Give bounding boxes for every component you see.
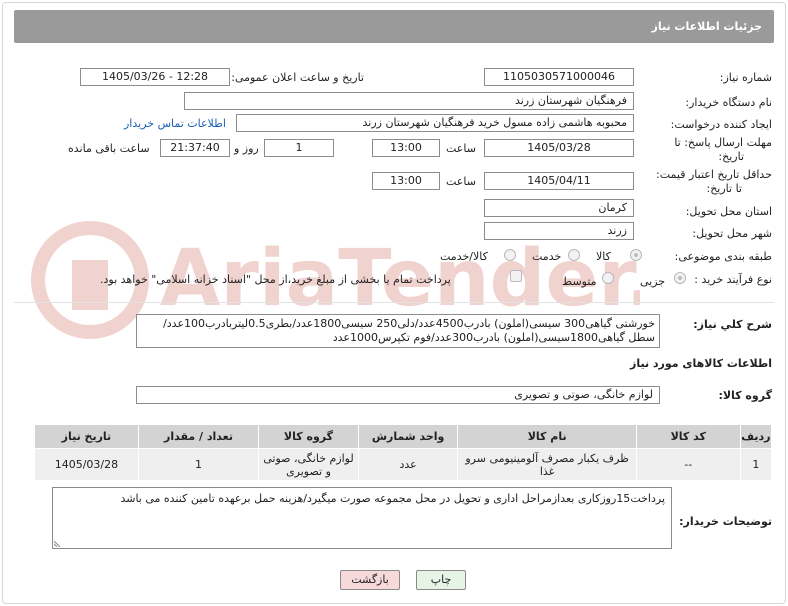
general-desc-text: خورشتی گیاهی300 سیسی(املون) بادرب4500عدد… <box>163 317 655 344</box>
response-deadline-time-label: ساعت <box>446 142 476 155</box>
price-validity-label-1: حداقل تاریخ اعتبار قیمت: <box>656 168 772 181</box>
city-field: زرند <box>484 222 634 240</box>
city-label: شهر محل تحویل: <box>692 227 772 240</box>
col-code: کد کالا <box>635 424 741 449</box>
buyer-org-field: فرهنگیان شهرستان زرند <box>184 92 634 110</box>
announce-datetime-label: تاریخ و ساعت اعلان عمومی: <box>231 71 364 84</box>
buyer-notes-label: توضیحات خریدار: <box>679 515 772 528</box>
response-deadline-label-2: تاریخ: <box>718 150 744 163</box>
category-radio-goods[interactable] <box>630 249 642 261</box>
category-label: طبقه بندی موضوعی: <box>674 250 772 263</box>
buyer-contact-link[interactable]: اطلاعات تماس خریدار <box>124 117 226 130</box>
price-validity-date: 1405/04/11 <box>484 172 634 190</box>
col-row: ردیف <box>739 424 773 449</box>
process-radio-medium[interactable] <box>602 272 614 284</box>
page-header: جزئیات اطلاعات نیاز <box>14 10 774 43</box>
process-option-minor: جزیی <box>640 275 666 288</box>
general-desc-field: خورشتی گیاهی300 سیسی(املون) بادرب4500عدد… <box>136 314 660 348</box>
page-title: جزئیات اطلاعات نیاز <box>651 20 763 33</box>
category-option-service: خدمت <box>532 250 562 263</box>
goods-group-label: گروه کالا: <box>718 389 772 402</box>
cell-row: 1 <box>739 448 773 481</box>
cell-quantity: 1 <box>137 448 260 481</box>
resize-grip-icon[interactable] <box>54 539 62 547</box>
announce-datetime-field: 1405/03/26 - 12:28 <box>80 68 230 86</box>
province-field: کرمان <box>484 199 634 217</box>
col-quantity: تعداد / مقدار <box>137 424 260 449</box>
response-deadline-remaining: 21:37:40 <box>160 139 230 157</box>
general-desc-label: شرح کلي نياز: <box>693 318 772 331</box>
goods-table-header: ردیف کد کالا نام کالا واحد شمارش گروه کا… <box>34 424 773 449</box>
col-need-date: تاریخ نیاز <box>34 424 139 449</box>
goods-table: ردیف کد کالا نام کالا واحد شمارش گروه کا… <box>34 424 773 481</box>
separator <box>14 302 774 303</box>
response-deadline-days-label: روز و <box>234 142 259 155</box>
need-number-field: 1105030571000046 <box>484 68 634 86</box>
col-unit: واحد شمارش <box>357 424 459 449</box>
response-deadline-date: 1405/03/28 <box>484 139 634 157</box>
response-deadline-remaining-label: ساعت باقی مانده <box>68 142 150 155</box>
category-option-goods: کالا <box>596 250 611 263</box>
col-name: نام کالا <box>457 424 637 449</box>
category-radio-goods-service[interactable] <box>504 249 516 261</box>
cell-name: ظرف یکبار مصرف آلومینیومی سرو غذا <box>457 448 637 481</box>
buyer-notes-field: پرداخت15روزکاری بعدازمراحل اداری و تحویل… <box>52 487 672 549</box>
category-option-goods-service: کالا/خدمت <box>440 250 488 263</box>
treasury-payment-note: پرداخت تمام یا بخشی از مبلغ خرید،از محل … <box>100 273 451 286</box>
goods-section-title: اطلاعات کالاهای مورد نیاز <box>630 357 772 370</box>
response-deadline-time: 13:00 <box>372 139 440 157</box>
buyer-notes-text: پرداخت15روزکاری بعدازمراحل اداری و تحویل… <box>120 492 665 505</box>
goods-group-field: لوازم خانگی، صوتی و تصویری <box>136 386 660 404</box>
process-option-medium: متوسط <box>562 275 597 288</box>
col-group: گروه کالا <box>258 424 359 449</box>
price-validity-time: 13:00 <box>372 172 440 190</box>
requester-label: ایجاد کننده درخواست: <box>670 118 772 131</box>
cell-unit: عدد <box>357 448 459 481</box>
requester-field: محبوبه هاشمی زاده مسول خرید فرهنگیان شهر… <box>236 114 634 132</box>
response-deadline-label-1: مهلت ارسال پاسخ: تا <box>674 136 772 149</box>
need-number-label: شماره نیاز: <box>719 71 772 84</box>
cell-need-date: 1405/03/28 <box>34 448 139 481</box>
price-validity-label-2: تا تاریخ: <box>706 182 742 195</box>
buyer-org-label: نام دستگاه خریدار: <box>685 96 772 109</box>
treasury-payment-checkbox[interactable] <box>510 270 522 282</box>
process-label: نوع فرآیند خرید : <box>694 273 772 286</box>
price-validity-time-label: ساعت <box>446 175 476 188</box>
back-button[interactable]: بازگشت <box>340 570 400 590</box>
response-deadline-days: 1 <box>264 139 334 157</box>
table-row: 1 -- ظرف یکبار مصرف آلومینیومی سرو غذا ع… <box>34 448 773 481</box>
cell-code: -- <box>635 448 741 481</box>
print-button[interactable]: چاپ <box>416 570 466 590</box>
category-radio-service[interactable] <box>568 249 580 261</box>
process-radio-minor[interactable] <box>674 272 686 284</box>
province-label: استان محل تحویل: <box>685 205 772 218</box>
cell-group: لوازم خانگی، صوتی و تصویری <box>258 448 359 481</box>
